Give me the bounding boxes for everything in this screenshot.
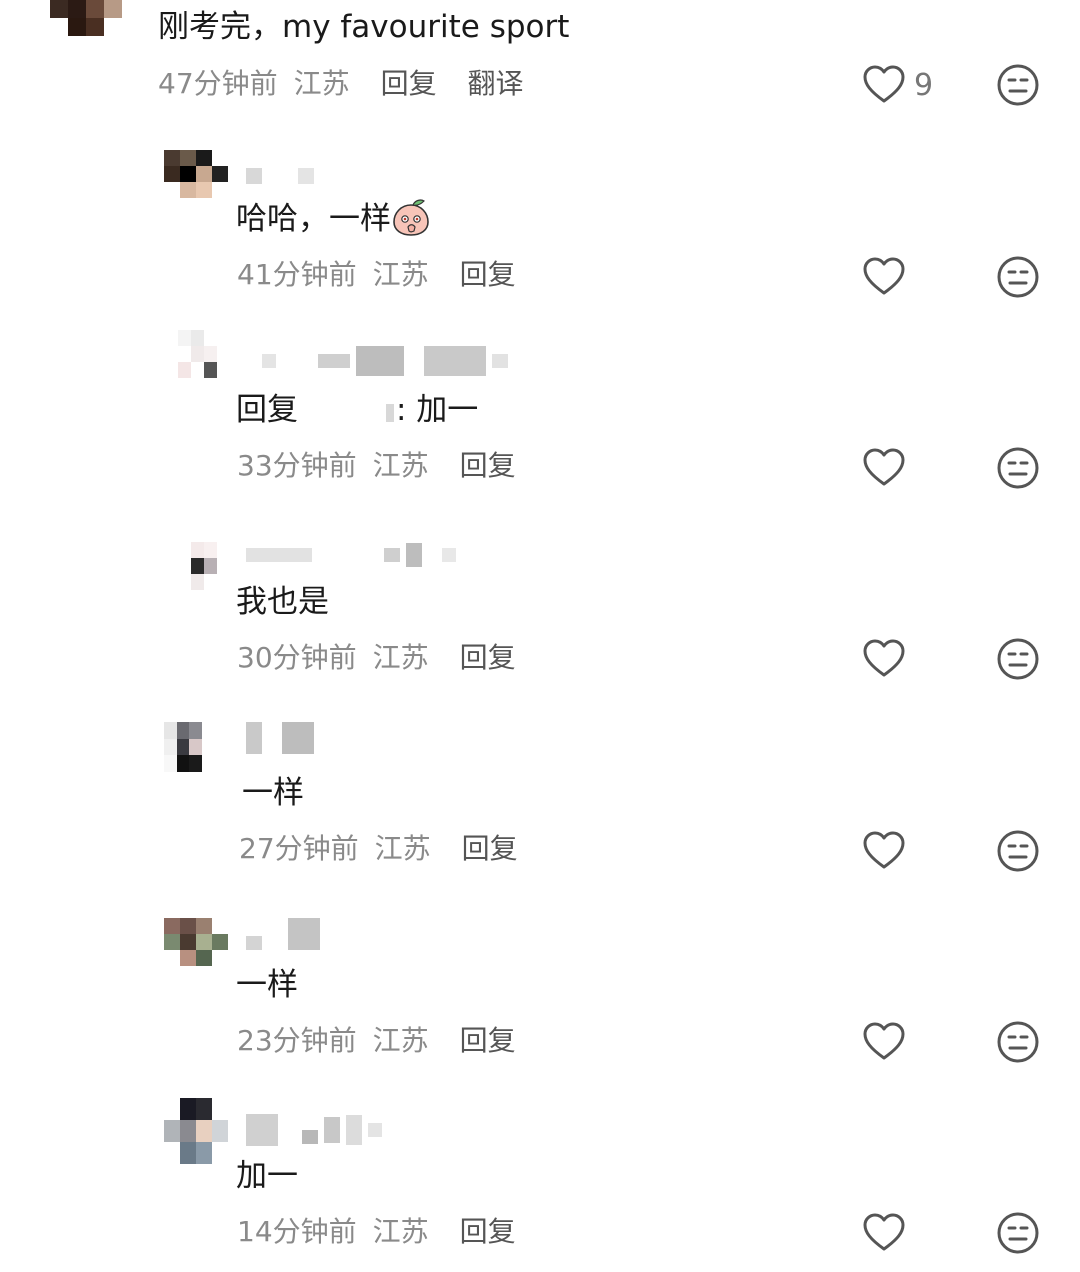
avatar[interactable]: [164, 918, 228, 966]
username-redacted: [246, 918, 320, 950]
avatar[interactable]: [164, 722, 214, 772]
heart-outline-icon: [863, 448, 905, 486]
dislike-button[interactable]: [996, 63, 1040, 107]
comment-location: 江苏: [372, 1024, 429, 1057]
like-button[interactable]: [862, 829, 906, 873]
peach-emoji-icon: [391, 197, 431, 237]
avatar[interactable]: [178, 330, 230, 378]
heart-outline-icon: [863, 639, 905, 677]
reply-button[interactable]: 回复: [381, 67, 437, 100]
avatar[interactable]: [164, 150, 228, 198]
comment-location: 江苏: [374, 832, 431, 865]
heart-outline-icon: [863, 257, 905, 295]
dislike-button[interactable]: [996, 637, 1040, 681]
comment-meta: 30分钟前 江苏 回复: [237, 640, 516, 676]
like-button[interactable]: [862, 1020, 906, 1064]
like-button[interactable]: [862, 637, 906, 681]
comment-meta: 47分钟前 江苏 回复 翻译: [158, 66, 524, 102]
comment-location: 江苏: [293, 67, 350, 100]
comment-meta: 41分钟前 江苏 回复: [237, 257, 516, 293]
avatar[interactable]: [50, 0, 122, 36]
comment-location: 江苏: [372, 258, 429, 291]
comment-time: 14分钟前: [237, 1215, 357, 1248]
comment-time: 27分钟前: [239, 832, 359, 865]
username-redacted: [262, 346, 508, 376]
comment-text: 回复: 加一: [236, 392, 479, 428]
username-redacted: [246, 722, 314, 754]
comment-meta: 23分钟前 江苏 回复: [237, 1023, 516, 1059]
heart-outline-icon: [863, 1022, 905, 1060]
translate-button[interactable]: 翻译: [467, 67, 523, 100]
comment-time: 33分钟前: [237, 449, 357, 482]
comment-text: 一样: [236, 967, 298, 1003]
comment-text: 加一: [236, 1158, 298, 1194]
like-button[interactable]: [862, 63, 906, 107]
like-button[interactable]: [862, 446, 906, 490]
comment-meta: 14分钟前 江苏 回复: [237, 1214, 516, 1250]
avatar[interactable]: [164, 1098, 228, 1164]
reply-button[interactable]: 回复: [460, 1024, 516, 1057]
reply-button[interactable]: 回复: [460, 641, 516, 674]
dislike-button[interactable]: [996, 446, 1040, 490]
like-button[interactable]: [862, 1211, 906, 1255]
dislike-button[interactable]: [996, 1020, 1040, 1064]
meh-face-icon: [997, 1212, 1039, 1254]
reply-button[interactable]: 回复: [460, 449, 516, 482]
comment-text: 我也是: [236, 584, 329, 620]
mention-redacted: [386, 404, 394, 422]
meh-face-icon: [997, 256, 1039, 298]
dislike-button[interactable]: [996, 829, 1040, 873]
comment-location: 江苏: [372, 449, 429, 482]
meh-face-icon: [997, 64, 1039, 106]
comment-time: 47分钟前: [158, 67, 278, 100]
heart-outline-icon: [863, 1213, 905, 1251]
comment-time: 23分钟前: [237, 1024, 357, 1057]
username-redacted: [246, 165, 314, 187]
like-button[interactable]: [862, 255, 906, 299]
heart-outline-icon: [863, 65, 905, 103]
username-redacted: [246, 542, 456, 568]
comment-text: 一样: [242, 775, 304, 811]
reply-button[interactable]: 回复: [460, 258, 516, 291]
meh-face-icon: [997, 1021, 1039, 1063]
comment-meta: 33分钟前 江苏 回复: [237, 448, 516, 484]
dislike-button[interactable]: [996, 255, 1040, 299]
comment-time: 30分钟前: [237, 641, 357, 674]
dislike-button[interactable]: [996, 1211, 1040, 1255]
comment-text: 刚考完，my favourite sport: [158, 9, 570, 45]
like-count: 9: [914, 68, 934, 103]
comment-text: 哈哈，一样: [236, 197, 431, 239]
reply-button[interactable]: 回复: [460, 1215, 516, 1248]
heart-outline-icon: [863, 831, 905, 869]
meh-face-icon: [997, 447, 1039, 489]
reply-prefix: 回复: [236, 392, 298, 428]
avatar[interactable]: [178, 542, 230, 590]
username-redacted: [246, 1114, 382, 1146]
meh-face-icon: [997, 638, 1039, 680]
comment-meta: 27分钟前 江苏 回复: [239, 831, 518, 867]
reply-button[interactable]: 回复: [462, 832, 518, 865]
meh-face-icon: [997, 830, 1039, 872]
comment-location: 江苏: [372, 641, 429, 674]
comment-time: 41分钟前: [237, 258, 357, 291]
comment-location: 江苏: [372, 1215, 429, 1248]
